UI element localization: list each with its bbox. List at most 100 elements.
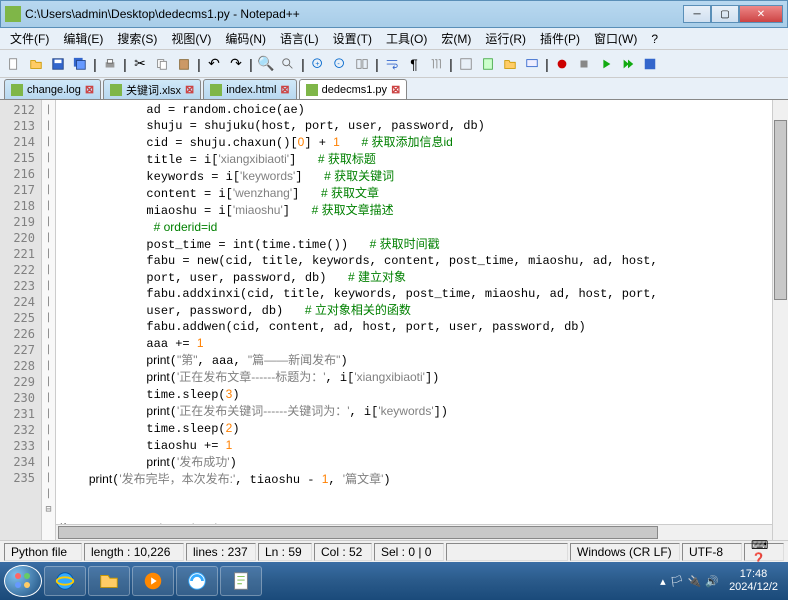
tab-label: dedecms1.py [322,84,387,96]
print-icon[interactable] [100,54,120,74]
tray-network-icon[interactable]: 🔌 [688,575,702,588]
system-tray: ▴ 🏳 🔌 🔊 17:48 2024/12/2 [660,568,784,594]
menu-item[interactable]: 搜索(S) [111,28,163,49]
separator-icon: | [92,54,98,74]
status-sel: Sel : 0 | 0 [374,543,444,561]
save-all-icon[interactable] [70,54,90,74]
tab-file-icon [110,84,122,96]
menu-item[interactable]: 文件(F) [4,28,55,49]
maximize-button[interactable]: ▢ [711,5,739,23]
tabbar: change.log⊠关键词.xlsx⊠index.html⊠dedecms1.… [0,78,788,100]
scroll-thumb[interactable] [774,120,787,300]
separator-icon: | [248,54,254,74]
menu-item[interactable]: 编码(N) [219,28,272,49]
new-file-icon[interactable] [4,54,24,74]
copy-icon[interactable] [152,54,172,74]
separator-icon: | [196,54,202,74]
tab-close-icon[interactable]: ⊠ [85,83,94,96]
file-tab[interactable]: dedecms1.py ⊠ [299,79,408,99]
folder-icon[interactable] [500,54,520,74]
taskbar-notepadpp-icon[interactable] [220,566,262,596]
separator-icon: | [448,54,454,74]
horizontal-scrollbar[interactable] [56,524,772,540]
vertical-scrollbar[interactable] [772,100,788,540]
svg-text:-: - [337,60,340,67]
toolbar: | | ✂ | ↶ ↷ | 🔍 | + - | ¶ | | [0,50,788,78]
menu-item[interactable]: 编辑(E) [57,28,109,49]
indent-guide-icon[interactable] [426,54,446,74]
record-macro-icon[interactable] [552,54,572,74]
scroll-thumb[interactable] [58,526,658,539]
menu-item[interactable]: 运行(R) [479,28,532,49]
save-macro-icon[interactable] [640,54,660,74]
play-multi-icon[interactable] [618,54,638,74]
status-enc: UTF-8 [682,543,742,561]
tab-file-icon [210,84,222,96]
show-all-chars-icon[interactable]: ¶ [404,54,424,74]
menu-item[interactable]: 插件(P) [534,28,586,49]
close-button[interactable]: ✕ [739,5,783,23]
tray-up-icon[interactable]: ▴ [660,575,666,588]
tray-volume-icon[interactable]: 🔊 [705,575,719,588]
menu-item[interactable]: ? [645,30,664,48]
fold-column[interactable]: | | | | | | | | | | | | | | | | | | | | … [42,100,56,540]
separator-icon: | [122,54,128,74]
menu-item[interactable]: 语言(L) [274,28,325,49]
tab-label: 关键词.xlsx [126,82,181,98]
paste-icon[interactable] [174,54,194,74]
tab-label: change.log [27,84,81,96]
save-icon[interactable] [48,54,68,74]
svg-text:+: + [315,60,319,67]
window-title: C:\Users\admin\Desktop\dedecms1.py - Not… [25,7,683,21]
word-wrap-icon[interactable] [382,54,402,74]
function-list-icon[interactable] [456,54,476,74]
file-tab[interactable]: index.html⊠ [203,79,296,99]
menubar: 文件(F)编辑(E)搜索(S)视图(V)编码(N)语言(L)设置(T)工具(O)… [0,28,788,50]
stop-macro-icon[interactable] [574,54,594,74]
separator-icon: | [300,54,306,74]
status-spacer [446,543,568,561]
menu-item[interactable]: 窗口(W) [588,28,643,49]
monitor-icon[interactable] [522,54,542,74]
code-area[interactable]: ad = random.choice(ae) shuju = shujuku(h… [56,100,788,540]
taskbar-explorer-icon[interactable] [88,566,130,596]
menu-item[interactable]: 宏(M) [435,28,477,49]
find-icon[interactable]: 🔍 [256,54,276,74]
editor: 212 213 214 215 216 217 218 219 220 221 … [0,100,788,540]
tab-close-icon[interactable]: ⊠ [280,83,289,96]
taskbar-mediaplayer-icon[interactable] [132,566,174,596]
tab-close-icon[interactable]: ⊠ [185,83,194,96]
status-lines: lines : 237 [186,543,256,561]
menu-item[interactable]: 工具(O) [380,28,433,49]
tray-flag-icon[interactable]: 🏳 [670,575,684,588]
cut-icon[interactable]: ✂ [130,54,150,74]
statusbar: Python file length : 10,226 lines : 237 … [0,540,788,562]
replace-icon[interactable] [278,54,298,74]
redo-icon[interactable]: ↷ [226,54,246,74]
menu-item[interactable]: 设置(T) [327,28,378,49]
status-filetype: Python file [4,543,82,561]
taskbar-edge-icon[interactable] [176,566,218,596]
tray-clock[interactable]: 17:48 2024/12/2 [723,568,784,594]
app-icon [5,6,21,22]
tab-file-icon [306,84,318,96]
doc-map-icon[interactable] [478,54,498,74]
minimize-button[interactable]: ─ [683,5,711,23]
file-tab[interactable]: 关键词.xlsx ⊠ [103,79,201,99]
play-macro-icon[interactable] [596,54,616,74]
start-button[interactable] [4,565,42,597]
undo-icon[interactable]: ↶ [204,54,224,74]
sync-scroll-icon[interactable] [352,54,372,74]
menu-item[interactable]: 视图(V) [165,28,217,49]
taskbar: ▴ 🏳 🔌 🔊 17:48 2024/12/2 [0,562,788,600]
status-eol: Windows (CR LF) [570,543,680,561]
taskbar-ie-icon[interactable] [44,566,86,596]
zoom-out-icon[interactable]: - [330,54,350,74]
status-ln: Ln : 59 [258,543,312,561]
zoom-in-icon[interactable]: + [308,54,328,74]
file-tab[interactable]: change.log ⊠ [4,79,101,99]
separator-icon: | [544,54,550,74]
status-length: length : 10,226 [84,543,184,561]
open-file-icon[interactable] [26,54,46,74]
tab-close-icon[interactable]: ⊠ [391,83,400,96]
